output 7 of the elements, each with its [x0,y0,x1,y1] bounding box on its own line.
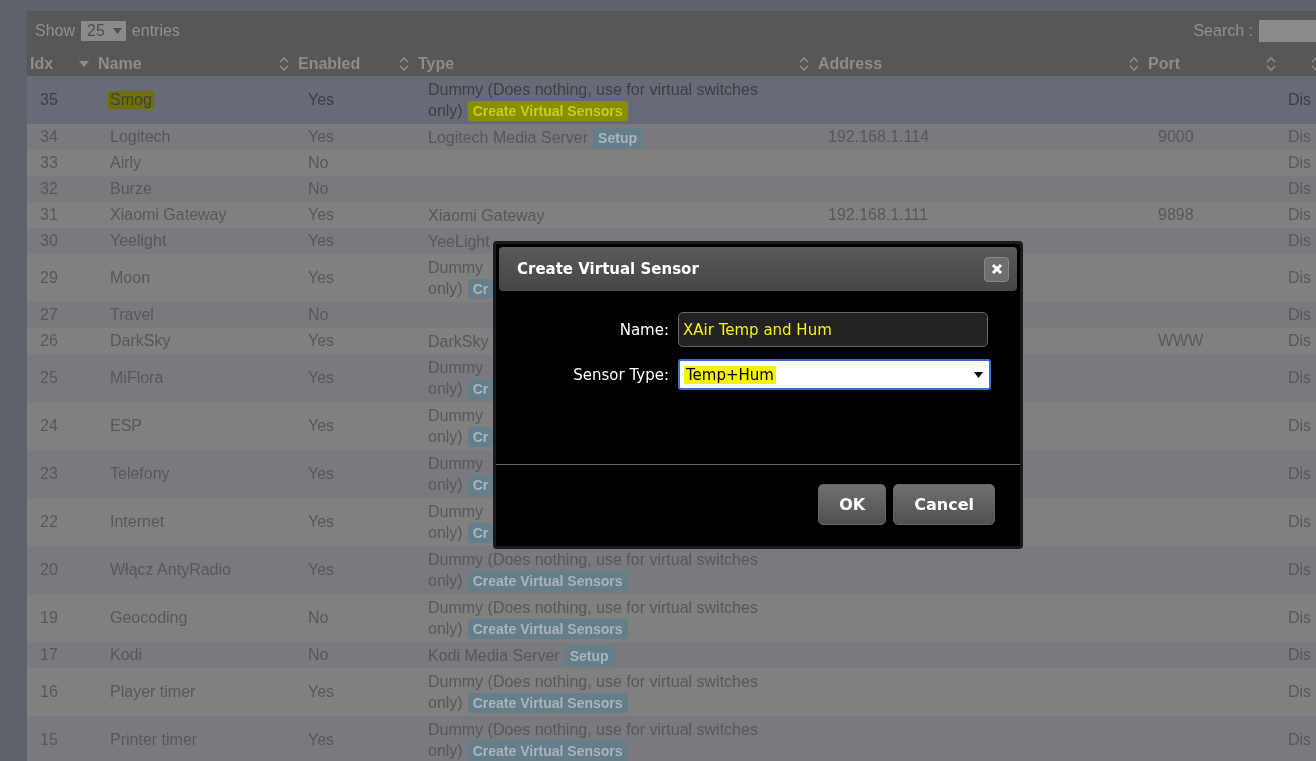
field-label: Name: [618,320,669,339]
search-label: Search : [1193,22,1253,40]
field-label: Sensor Type: [572,365,669,384]
table-cell-text: Smog [107,90,155,111]
dialog-title: Create Virtual Sensor [517,260,699,278]
show-label: Show [35,22,76,40]
entries-label: entries [131,22,180,40]
